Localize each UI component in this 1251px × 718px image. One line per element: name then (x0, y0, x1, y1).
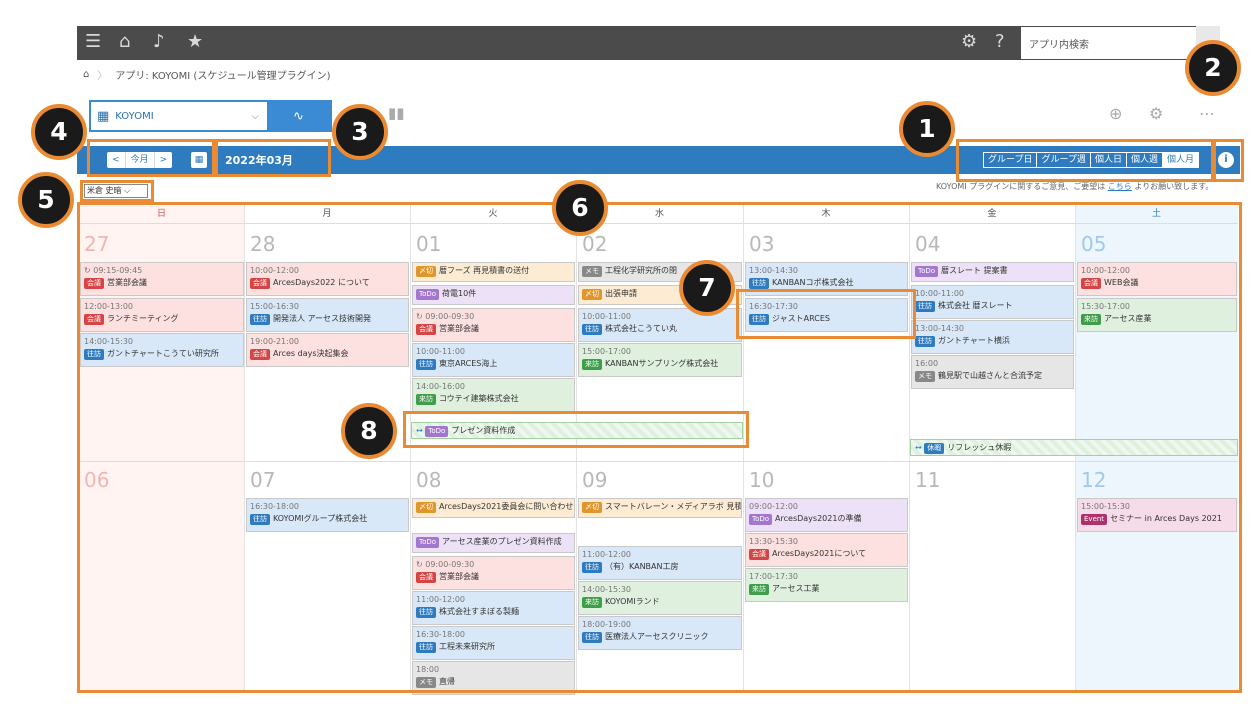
highlight-event (736, 289, 916, 339)
line-graph-icon: ∿ (293, 108, 304, 124)
callout-badge: 4 (31, 104, 87, 160)
callout-badge: 6 (552, 180, 608, 236)
home-icon[interactable]: ⌂ (119, 31, 130, 53)
settings-icon[interactable]: ⚙ (1149, 104, 1163, 123)
feedback-link[interactable]: こちら (1108, 182, 1132, 191)
breadcrumb: ⌂ 〉 アプリ: KOYOMI (スケジュール管理プラグイン) (77, 62, 331, 86)
highlight-info (1211, 139, 1244, 182)
callout-badge: 3 (332, 104, 388, 160)
callout-badge: 5 (18, 172, 74, 228)
feedback-note: KOYOMI プラグインに関するご意見、ご要望は こちら よりお願い致します。 (936, 181, 1213, 192)
breadcrumb-app[interactable]: アプリ: KOYOMI (スケジュール管理プラグイン) (115, 67, 330, 82)
app-root: ☰ ⌂ ♪ ★ ⚙ ? アプリ内検索 ⌂ 〉 アプリ: KOYOMI (スケジュ… (0, 0, 1251, 718)
highlight-nav (87, 139, 215, 177)
highlight-month (215, 139, 331, 177)
search-input[interactable]: アプリ内検索 (1021, 27, 1196, 59)
gear-icon[interactable]: ⚙ (961, 31, 977, 53)
help-icon[interactable]: ? (995, 31, 1005, 53)
view-name: KOYOMI (115, 110, 154, 122)
top-navbar: ☰ ⌂ ♪ ★ ⚙ ? アプリ内検索 (77, 26, 1220, 60)
highlight-view-modes (956, 139, 1216, 182)
view-dropdown[interactable]: ▦ KOYOMI ⌵ (91, 102, 267, 130)
add-icon[interactable]: ⊕ (1109, 104, 1122, 123)
highlight-span-event (403, 411, 749, 448)
feedback-text-end: よりお願い致します。 (1134, 182, 1214, 191)
callout-badge: 8 (341, 403, 397, 459)
graph-view-button[interactable]: ∿ (267, 102, 330, 130)
view-selector[interactable]: ▦ KOYOMI ⌵ ∿ (89, 100, 332, 132)
callout-badge: 2 (1185, 40, 1241, 96)
star-icon[interactable]: ★ (187, 31, 203, 53)
callout-badge: 7 (679, 260, 735, 316)
highlight-user (80, 180, 154, 202)
bar-chart-icon[interactable]: ▮▮ (388, 104, 405, 122)
menu-icon[interactable]: ☰ (85, 31, 101, 53)
more-icon[interactable]: ⋯ (1199, 104, 1215, 123)
home-icon[interactable]: ⌂ (83, 69, 89, 80)
breadcrumb-separator: 〉 (97, 70, 108, 82)
feedback-text: KOYOMI プラグインに関するご意見、ご要望は (936, 182, 1106, 191)
bell-icon[interactable]: ♪ (153, 31, 165, 53)
chevron-down-icon: ⌵ (251, 110, 259, 122)
callout-badge: 1 (899, 101, 955, 157)
calendar-grid-icon: ▦ (97, 108, 110, 124)
